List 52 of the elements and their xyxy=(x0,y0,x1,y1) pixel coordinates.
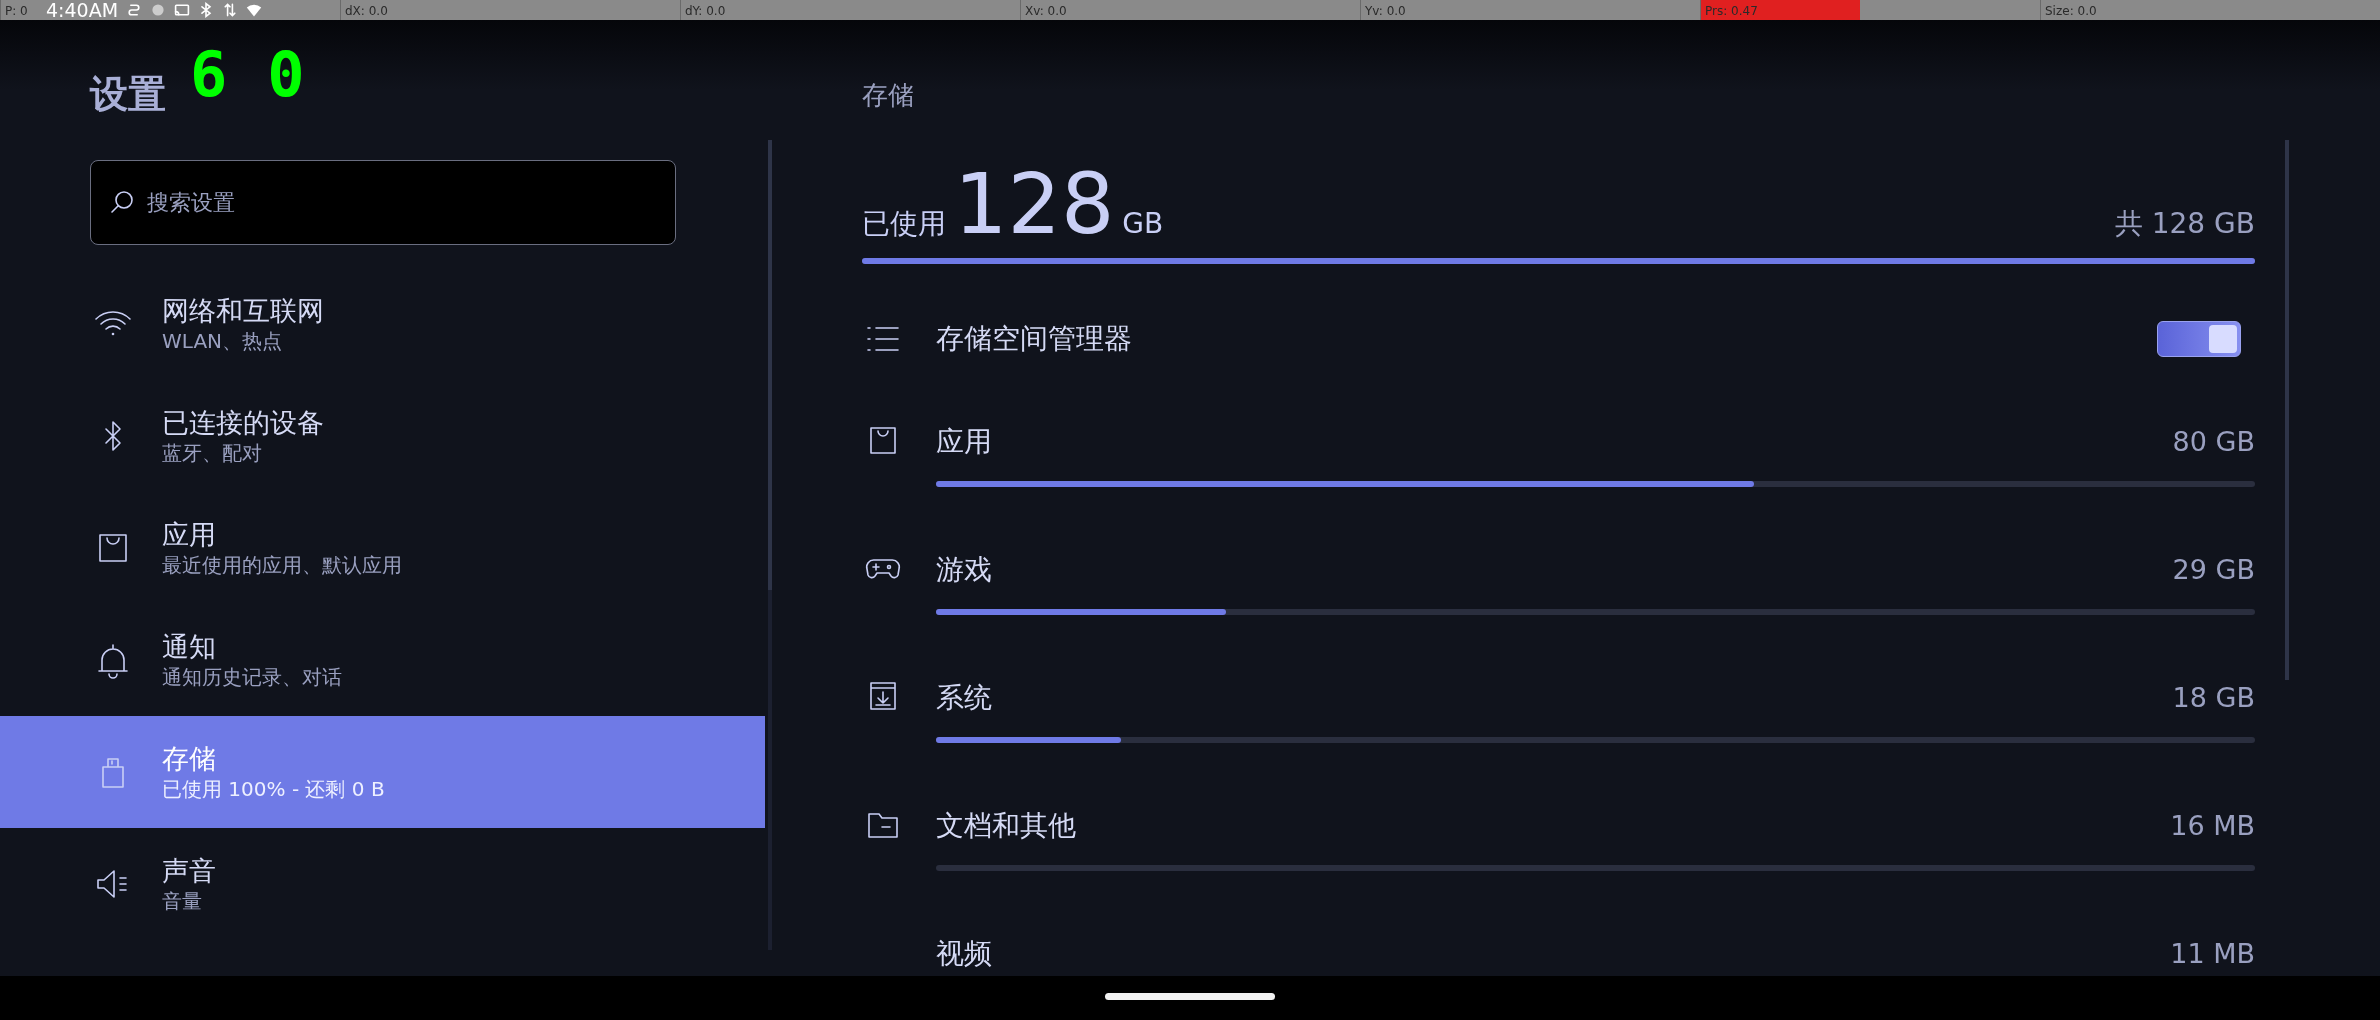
sync-icon xyxy=(126,2,143,18)
category-name: 应用 xyxy=(936,424,992,460)
item-title: 应用 xyxy=(162,518,217,552)
search-field[interactable]: 搜索设置 xyxy=(90,160,676,245)
item-title: 网络和互联网 xyxy=(162,294,324,328)
manager-label: 存储空间管理器 xyxy=(936,321,1132,357)
category-size: 16 MB xyxy=(2170,810,2255,841)
item-title: 已连接的设备 xyxy=(162,406,324,440)
used-unit: GB xyxy=(1122,207,1164,240)
item-subtitle: 通知历史记录、对话 xyxy=(162,664,342,690)
category-name: 文档和其他 xyxy=(936,808,1076,844)
item-subtitle: 音量 xyxy=(162,888,203,914)
menu-item[interactable]: 已连接的设备 蓝牙、配对 xyxy=(0,380,765,492)
toggle-switch[interactable] xyxy=(2157,321,2241,357)
menu-item[interactable]: 存储 已使用 100% - 还剩 0 B xyxy=(0,716,765,828)
item-title: 声音 xyxy=(162,854,216,888)
item-title: 通知 xyxy=(162,630,217,664)
used-value: 128 xyxy=(954,156,1115,252)
category-size: 11 MB xyxy=(2170,938,2255,969)
item-subtitle: 蓝牙、配对 xyxy=(162,440,263,466)
overlay-readout: Yv: 0.0 xyxy=(1364,4,1406,18)
overlay-readout: Size: 0.0 xyxy=(2044,4,2097,18)
item-title: 存储 xyxy=(162,742,217,776)
home-indicator[interactable] xyxy=(1105,993,1275,1000)
category-size: 18 GB xyxy=(2172,682,2255,713)
overlay-readout: dX: 0.0 xyxy=(344,4,388,18)
overlay-readout: Prs: 0.47 xyxy=(1704,4,1758,18)
overlay-readout: dY: 0.0 xyxy=(684,4,726,18)
menu-item[interactable]: 应用 最近使用的应用、默认应用 xyxy=(0,492,765,604)
used-label: 已使用 xyxy=(862,206,946,242)
clock: 4:40AM xyxy=(46,0,119,20)
menu-item[interactable]: 网络和互联网 WLAN、热点 xyxy=(0,268,765,380)
menu-item[interactable]: 通知 通知历史记录、对话 xyxy=(0,604,765,716)
section-title: 存储 xyxy=(862,79,915,112)
total-capacity: 共 128 GB xyxy=(2114,206,2255,242)
category-name: 视频 xyxy=(936,936,992,971)
item-subtitle: 已使用 100% - 还剩 0 B xyxy=(162,776,385,802)
menu-item[interactable]: 声音 音量 xyxy=(0,828,765,940)
fps-counter: 60 xyxy=(190,50,345,100)
overlay-readout: P: 0 xyxy=(4,4,28,18)
page-title: 设置 xyxy=(90,71,166,118)
category-name: 系统 xyxy=(936,680,992,716)
item-subtitle: WLAN、热点 xyxy=(162,328,284,354)
item-subtitle: 最近使用的应用、默认应用 xyxy=(162,552,402,578)
scrollbar[interactable] xyxy=(768,140,772,950)
category-size: 29 GB xyxy=(2172,554,2255,585)
cast-icon xyxy=(174,2,191,18)
wifi-icon xyxy=(246,2,263,18)
scrollbar[interactable] xyxy=(2285,140,2289,680)
category-name: 游戏 xyxy=(936,552,992,588)
overlay-readout: Xv: 0.0 xyxy=(1024,4,1067,18)
category-size: 80 GB xyxy=(2172,426,2255,457)
